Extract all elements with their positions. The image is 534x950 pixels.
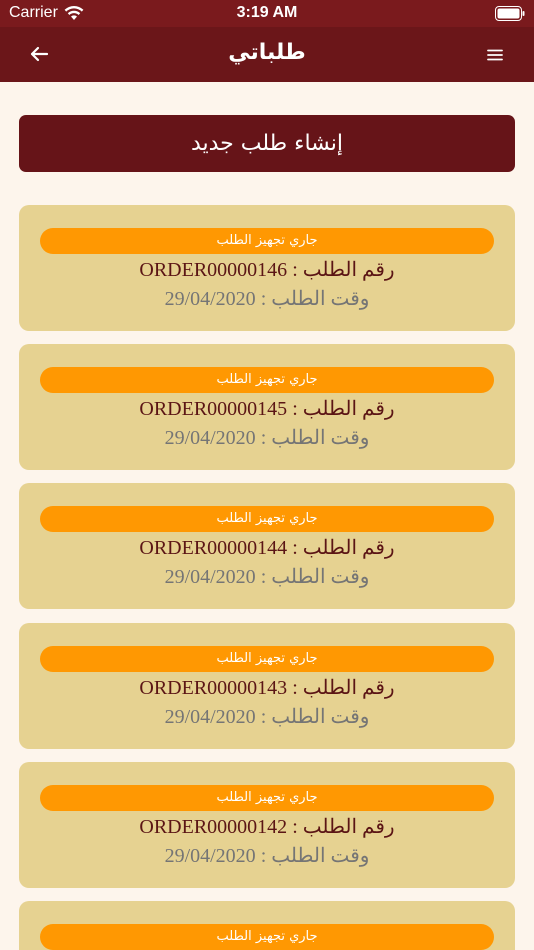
create-new-order-button[interactable]: إنشاء طلب جديد: [19, 115, 515, 172]
order-number: رقم الطلب : ORDER00000143: [139, 677, 395, 699]
page-title: طلباتي: [228, 40, 306, 65]
order-status-badge: جاري تجهيز الطلب: [40, 367, 494, 393]
order-date: وقت الطلب : 29/04/2020: [164, 427, 370, 449]
order-status-badge: جاري تجهيز الطلب: [40, 924, 494, 950]
order-card[interactable]: جاري تجهيز الطلب رقم الطلب : ORDER000001…: [19, 344, 515, 470]
order-status-badge: جاري تجهيز الطلب: [40, 506, 494, 532]
order-date: وقت الطلب : 29/04/2020: [164, 706, 370, 728]
nav-bar: طلباتي: [0, 27, 534, 82]
order-status-badge: جاري تجهيز الطلب: [40, 228, 494, 254]
order-number: رقم الطلب : ORDER00000144: [139, 537, 395, 559]
order-card[interactable]: جاري تجهيز الطلب رقم الطلب : ORDER000001…: [19, 483, 515, 609]
hamburger-menu-icon[interactable]: [484, 44, 506, 66]
status-bar: Carrier 3:19 AM: [0, 0, 534, 27]
order-card[interactable]: جاري تجهيز الطلب رقم الطلب : ORDER000001…: [19, 623, 515, 749]
order-date: وقت الطلب : 29/04/2020: [164, 566, 370, 588]
order-number: رقم الطلب : ORDER00000142: [139, 816, 395, 838]
battery-icon: [495, 6, 525, 21]
order-status-badge: جاري تجهيز الطلب: [40, 646, 494, 672]
order-card[interactable]: جاري تجهيز الطلب رقم الطلب : ORDER000001…: [19, 762, 515, 888]
order-card[interactable]: جاري تجهيز الطلب: [19, 901, 515, 950]
order-date: وقت الطلب : 29/04/2020: [164, 845, 370, 867]
order-number: رقم الطلب : ORDER00000145: [139, 398, 395, 420]
order-status-badge: جاري تجهيز الطلب: [40, 785, 494, 811]
order-number: رقم الطلب : ORDER00000146: [139, 259, 395, 281]
order-card[interactable]: جاري تجهيز الطلب رقم الطلب : ORDER000001…: [19, 205, 515, 331]
order-date: وقت الطلب : 29/04/2020: [164, 288, 370, 310]
clock: 3:19 AM: [236, 4, 298, 21]
